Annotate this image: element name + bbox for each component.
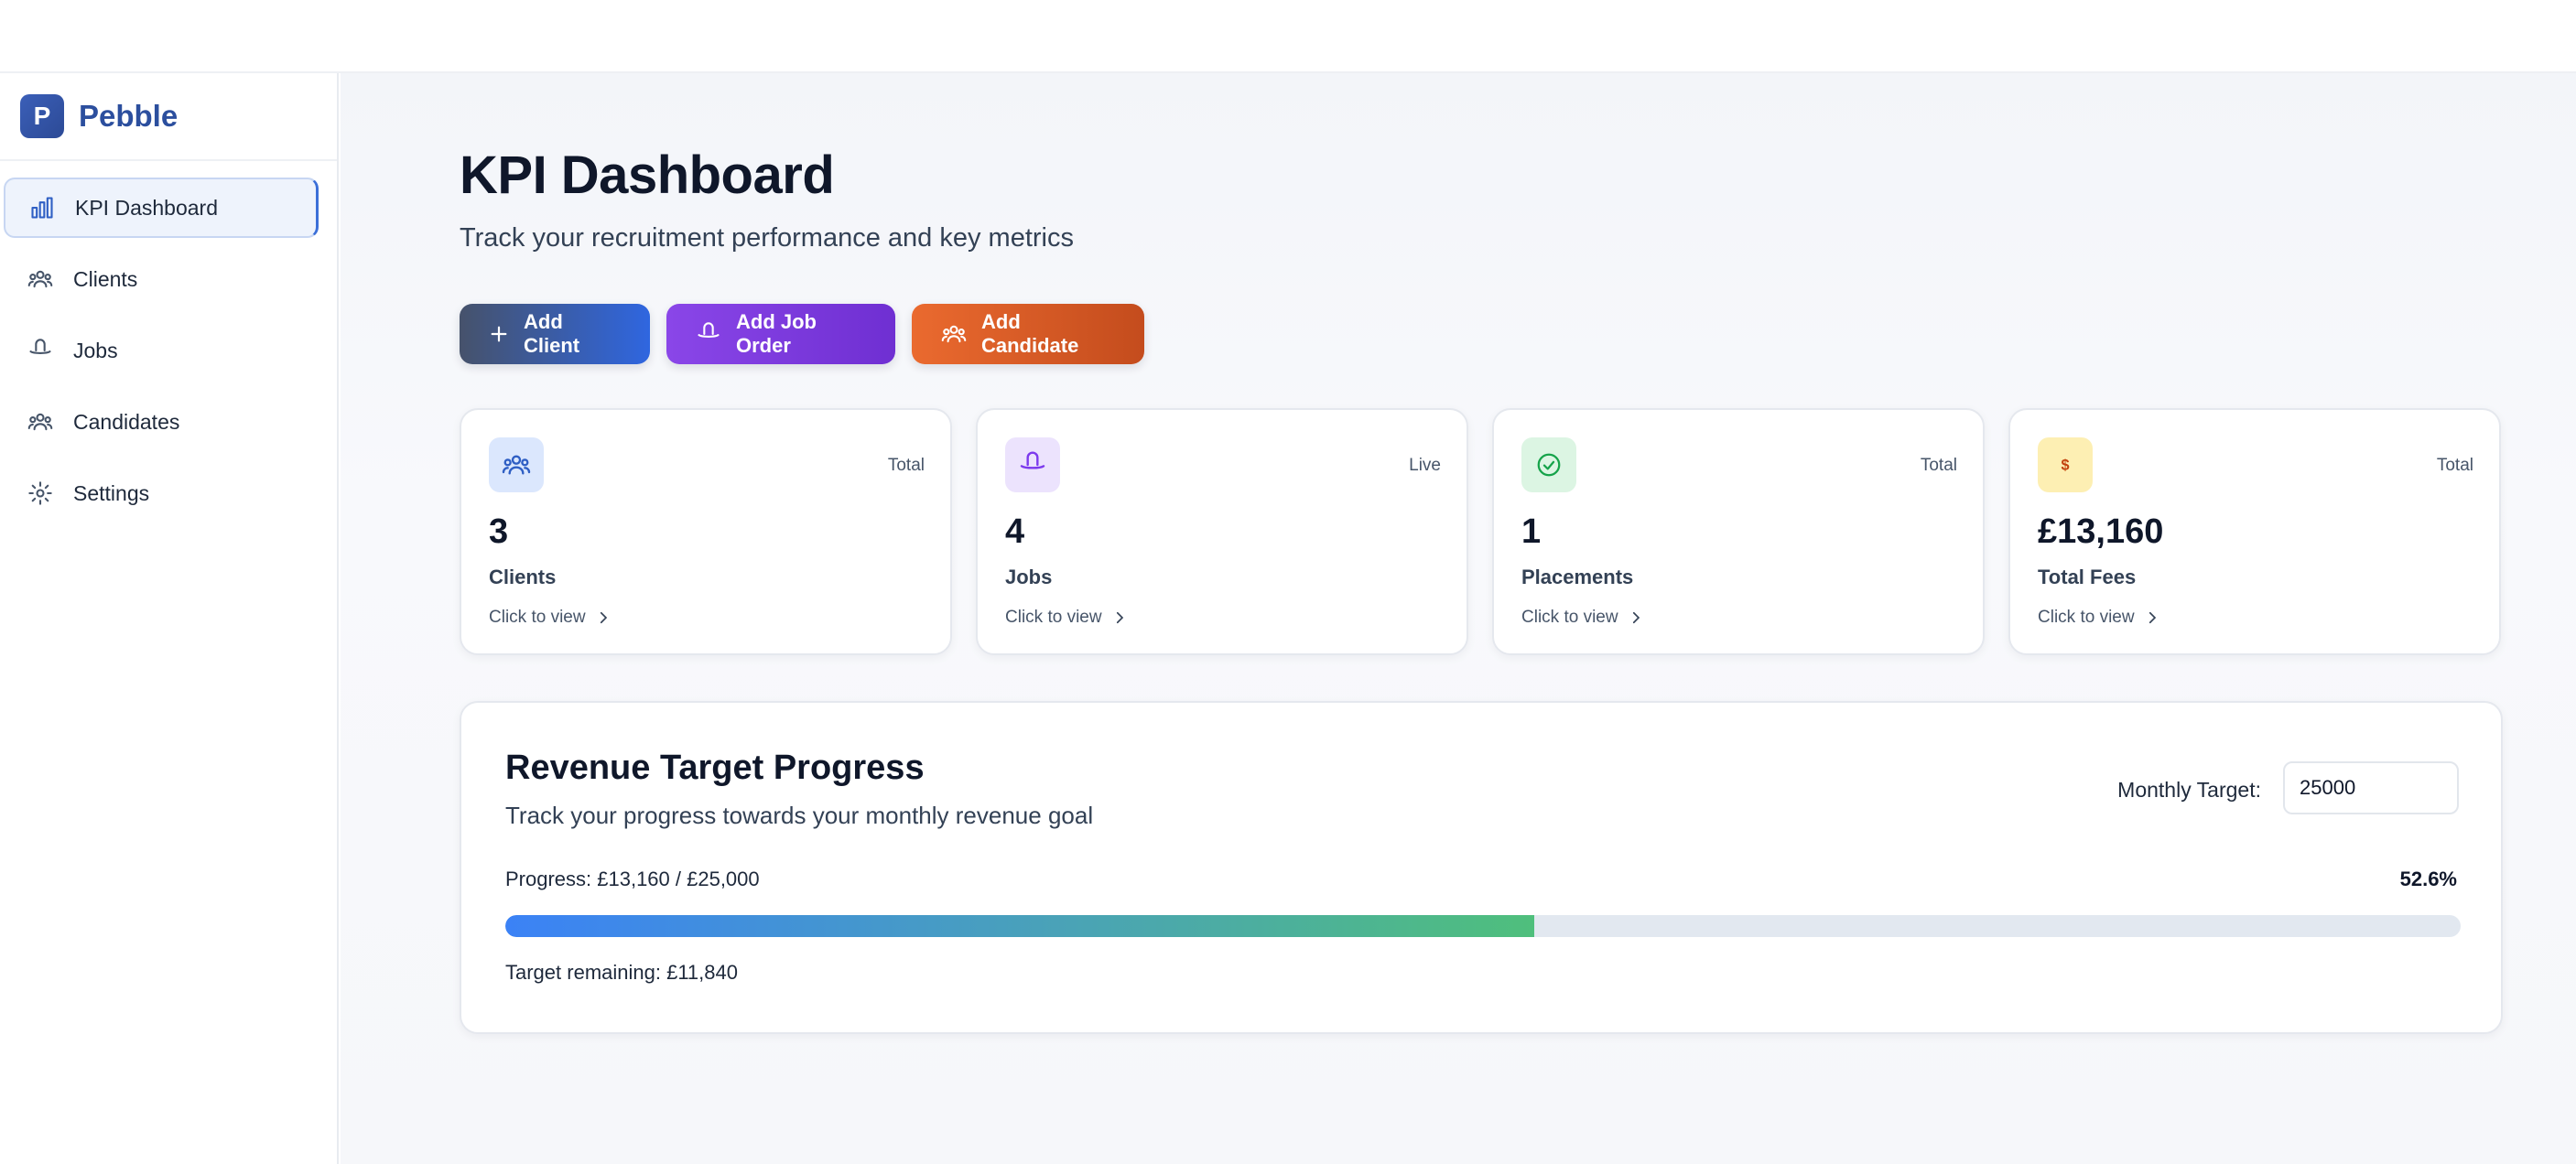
sidebar-item-settings[interactable]: Settings [4, 463, 319, 523]
click-to-view-link[interactable]: Click to view [2038, 608, 2160, 628]
page-title: KPI Dashboard [460, 146, 835, 205]
stat-tag: Live [1409, 456, 1441, 475]
monthly-target-input[interactable] [2283, 761, 2459, 814]
sidebar-item-label: Settings [73, 480, 150, 505]
stat-card-total-fees[interactable]: $ Total £13,160 Total Fees Click to view [2008, 408, 2501, 655]
click-to-view-link[interactable]: Click to view [489, 608, 612, 628]
progress-percent: 52.6% [2399, 868, 2457, 890]
users-icon [941, 321, 967, 347]
check-circle-icon [1521, 437, 1576, 492]
dollar-icon: $ [2038, 437, 2093, 492]
add-job-order-label: Add Job Order [736, 310, 817, 357]
revenue-target-card: Revenue Target Progress Track your progr… [460, 701, 2503, 1034]
sidebar-item-jobs[interactable]: Jobs [4, 320, 319, 381]
top-bar [0, 0, 2576, 73]
users-icon [489, 437, 544, 492]
users-icon [26, 407, 55, 436]
brand[interactable]: P Pebble [0, 73, 337, 161]
revenue-title: Revenue Target Progress [505, 749, 925, 787]
sidebar: P Pebble KPI Dashboard Clients Jobs Cand… [0, 73, 339, 1164]
stat-tag: Total [2436, 456, 2473, 475]
brand-name: Pebble [79, 99, 179, 133]
progress-bar-fill [505, 915, 1534, 937]
target-remaining: Target remaining: £11,840 [505, 961, 738, 984]
monthly-target-label: Monthly Target: [2117, 778, 2261, 802]
hat-icon [26, 336, 55, 365]
sidebar-item-candidates[interactable]: Candidates [4, 392, 319, 452]
stat-value: 3 [489, 512, 509, 551]
stat-value: 1 [1521, 512, 1542, 551]
click-to-view-link[interactable]: Click to view [1521, 608, 1644, 628]
add-client-label: Add Client [524, 310, 580, 357]
page-subtitle: Track your recruitment performance and k… [460, 223, 1074, 253]
link-label: Click to view [1521, 608, 1618, 627]
link-label: Click to view [2038, 608, 2135, 627]
cog-icon [26, 479, 55, 508]
add-candidate-label: Add Candidate [981, 310, 1079, 357]
chevron-right-icon [1111, 609, 1128, 626]
chevron-right-icon [595, 609, 612, 626]
stat-value: £13,160 [2038, 512, 2164, 551]
stat-label: Total Fees [2038, 566, 2137, 588]
stat-label: Jobs [1005, 566, 1053, 588]
progress-bar [505, 915, 2461, 937]
action-bar: Add Client Add Job Order Add Candidate [460, 304, 1144, 364]
stat-label: Placements [1521, 566, 1634, 588]
sidebar-nav: KPI Dashboard Clients Jobs Candidates Se… [0, 161, 337, 523]
sidebar-item-label: Clients [73, 266, 138, 291]
sidebar-item-kpi-dashboard[interactable]: KPI Dashboard [4, 178, 319, 238]
stat-card-jobs[interactable]: Live 4 Jobs Click to view [976, 408, 1468, 655]
chevron-right-icon [2144, 609, 2160, 626]
add-job-order-button[interactable]: Add Job Order [666, 304, 895, 364]
main-content: KPI Dashboard Track your recruitment per… [341, 73, 2576, 1164]
stat-tag: Total [1920, 456, 1957, 475]
svg-text:$: $ [2061, 457, 2069, 473]
bar-chart-icon [27, 193, 57, 222]
hat-icon [1005, 437, 1060, 492]
sidebar-item-label: Jobs [73, 338, 118, 362]
link-label: Click to view [489, 608, 586, 627]
chevron-right-icon [1628, 609, 1644, 626]
progress-text: Progress: £13,160 / £25,000 [505, 868, 760, 890]
stat-card-placements[interactable]: Total 1 Placements Click to view [1492, 408, 1985, 655]
add-candidate-button[interactable]: Add Candidate [912, 304, 1144, 364]
users-icon [26, 264, 55, 294]
add-client-button[interactable]: Add Client [460, 304, 650, 364]
sidebar-item-label: KPI Dashboard [75, 195, 218, 220]
revenue-subtitle: Track your progress towards your monthly… [505, 802, 1094, 829]
plus-icon [489, 324, 509, 344]
stat-value: 4 [1005, 512, 1025, 551]
link-label: Click to view [1005, 608, 1102, 627]
sidebar-item-clients[interactable]: Clients [4, 249, 319, 309]
click-to-view-link[interactable]: Click to view [1005, 608, 1128, 628]
stat-label: Clients [489, 566, 557, 588]
brand-logo: P [20, 94, 64, 138]
sidebar-item-label: Candidates [73, 409, 180, 434]
stat-card-clients[interactable]: Total 3 Clients Click to view [460, 408, 952, 655]
stat-tag: Total [887, 456, 925, 475]
stat-cards: Total 3 Clients Click to view Live 4 Job… [460, 408, 2501, 655]
hat-icon [696, 321, 721, 347]
